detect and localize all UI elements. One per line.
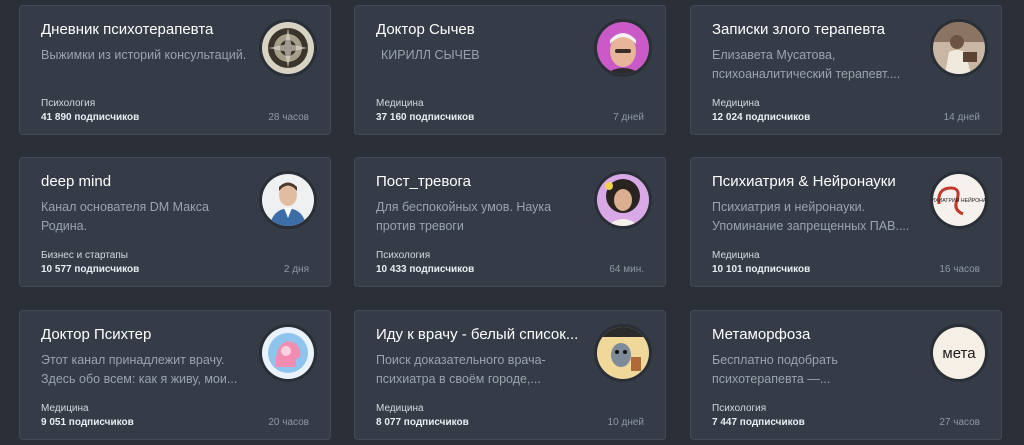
subscriber-count: 41 890 подписчиков (41, 112, 140, 123)
last-post-time: 14 дней (943, 112, 980, 123)
channel-description: Для беспокойных умов. Наука против трево… (376, 200, 552, 233)
last-post-time: 20 часов (268, 417, 309, 428)
channel-title: Иду к врачу - белый список... (376, 326, 579, 343)
last-post-time: 64 мин. (609, 264, 644, 275)
escher-pattern-icon (259, 19, 317, 77)
logo-text: мета (942, 345, 976, 362)
channel-description: Этот канал принадлежит врачу. Здесь обо … (41, 353, 238, 386)
subscriber-count: 9 051 подписчиков (41, 417, 134, 428)
channel-category: Психология (712, 403, 767, 414)
subscriber-count: 7 447 подписчиков (712, 417, 805, 428)
last-post-time: 16 часов (939, 264, 980, 275)
channel-title: Метаморфоза (712, 326, 811, 343)
channel-card[interactable]: Доктор Сычев КИРИЛЛ СЫЧЕВ Медицина 37 16… (354, 5, 666, 135)
channel-title: deep mind (41, 173, 112, 190)
text-logo-icon: ПСИХИАТРИЯ НЕЙРОНАУКИ (930, 171, 988, 229)
vintage-photo-icon (930, 19, 988, 77)
channel-card[interactable]: Дневник психотерапевта Выжимки из истори… (19, 5, 331, 135)
subscriber-count: 8 077 подписчиков (376, 417, 469, 428)
channel-title: Доктор Психтер (41, 326, 152, 343)
channel-title: Психиатрия & Нейронауки (712, 173, 896, 190)
channel-card[interactable]: Доктор Психтер Этот канал принадлежит вр… (19, 310, 331, 440)
woman-portrait-icon (594, 171, 652, 229)
last-post-time: 10 дней (607, 417, 644, 428)
channel-card[interactable]: Иду к врачу - белый список... Поиск дока… (354, 310, 666, 440)
subscriber-count: 37 160 подписчиков (376, 112, 475, 123)
channel-description: Поиск доказательного врача-психиатра в с… (376, 353, 546, 386)
channel-category: Медицина (376, 98, 424, 109)
head-illustration-icon (259, 324, 317, 382)
last-post-time: 7 дней (613, 112, 644, 123)
channel-description: Канал основателя DM Макса Родина. (41, 200, 209, 233)
channel-card[interactable]: Психиатрия & Нейронауки Психиатрия и ней… (690, 157, 1002, 287)
channel-category: Бизнес и стартапы (41, 250, 128, 261)
channel-description: Елизавета Мусатова, психоаналитический т… (712, 48, 901, 81)
channel-category: Медицина (712, 250, 760, 261)
channel-category: Психология (41, 98, 96, 109)
man-portrait-icon (259, 171, 317, 229)
channel-description: Выжимки из историй консультаций. (41, 48, 247, 62)
logo-text: ПСИХИАТРИЯ НЕЙРОНАУКИ (933, 196, 985, 204)
cartoon-icon (594, 324, 652, 382)
channel-card[interactable]: Метаморфоза Бесплатно подобрать психотер… (690, 310, 1002, 440)
channel-category: Медицина (376, 403, 424, 414)
subscriber-count: 10 577 подписчиков (41, 264, 140, 275)
subscriber-count: 10 101 подписчиков (712, 264, 811, 275)
subscriber-count: 10 433 подписчиков (376, 264, 475, 275)
channel-category: Психология (376, 250, 431, 261)
channel-title: Доктор Сычев (376, 21, 475, 38)
channel-card[interactable]: Пост_тревога Для беспокойных умов. Наука… (354, 157, 666, 287)
channel-title: Дневник психотерапевта (41, 21, 214, 38)
man-portrait-icon (594, 19, 652, 77)
channel-category: Медицина (712, 98, 760, 109)
subscriber-count: 12 024 подписчиков (712, 112, 811, 123)
channel-card[interactable]: Записки злого терапевта Елизавета Мусато… (690, 5, 1002, 135)
channel-description: КИРИЛЛ СЫЧЕВ (381, 48, 480, 62)
channel-description: Психиатрия и нейронауки. Упоминание запр… (712, 200, 910, 233)
channel-description: Бесплатно подобрать психотерапевта —... (712, 353, 838, 386)
text-logo-icon: мета (930, 324, 988, 382)
channel-title: Записки злого терапевта (712, 21, 886, 38)
last-post-time: 2 дня (283, 264, 309, 275)
last-post-time: 27 часов (939, 417, 980, 428)
last-post-time: 28 часов (268, 112, 309, 123)
channel-title: Пост_тревога (376, 173, 472, 190)
channel-card[interactable]: deep mind Канал основателя DM Макса Роди… (19, 157, 331, 287)
channel-category: Медицина (41, 403, 89, 414)
